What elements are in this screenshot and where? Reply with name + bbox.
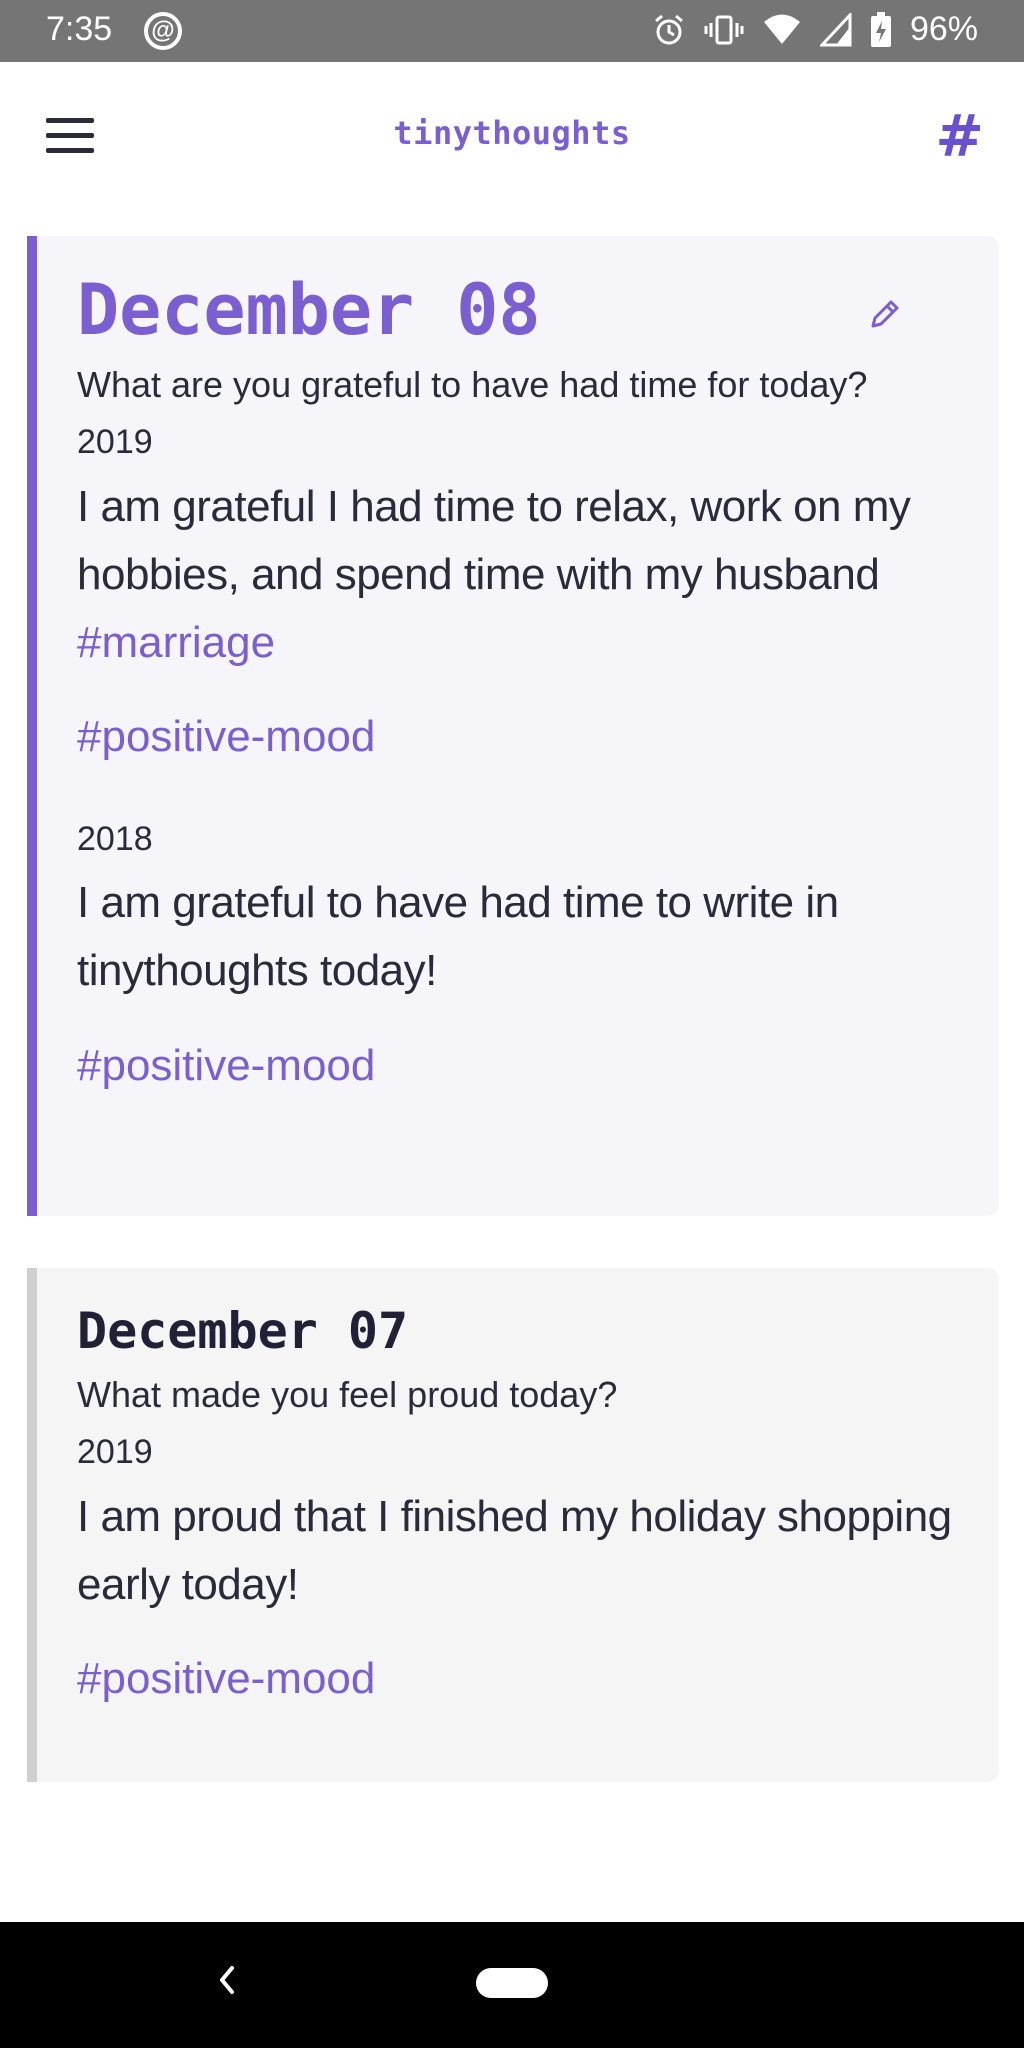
card-accent-bar [27, 1268, 37, 1782]
hashtag-link[interactable]: #positive-mood [77, 703, 959, 771]
pencil-icon[interactable] [867, 296, 903, 332]
battery-charging-icon [870, 11, 891, 47]
entry-text: I am grateful to have had time to write … [77, 878, 839, 996]
status-bar: 7:35 @ 96% [0, 0, 1024, 62]
back-icon[interactable] [212, 1960, 242, 2000]
card-prompt: What made you feel proud today? [77, 1374, 618, 1415]
hashtag-link[interactable]: #positive-mood [77, 1032, 959, 1100]
system-nav-bar [0, 1922, 1024, 2048]
app-bar: tinythoughts # [0, 62, 1024, 210]
hashtag-button[interactable]: # [935, 102, 984, 170]
entry-year: 2019 [77, 423, 153, 462]
journal-entry: 2019 I am grateful I had time to relax, … [77, 419, 959, 771]
journal-entry: 2018 I am grateful to have had time to w… [77, 816, 959, 1100]
entry-year: 2019 [77, 1433, 153, 1472]
journal-card[interactable]: December 07 What made you feel proud tod… [27, 1268, 999, 1782]
status-icons: 96% [652, 10, 978, 49]
entry-text: I am proud that I finished my holiday sh… [77, 1491, 952, 1609]
status-time: 7:35 [46, 10, 113, 48]
hashtag-link[interactable]: #marriage [77, 609, 959, 677]
entry-year: 2018 [77, 819, 153, 858]
entry-text: I am grateful I had time to relax, work … [77, 481, 911, 599]
card-accent-bar [27, 236, 37, 1216]
journal-card[interactable]: December 08 What are you grateful to hav… [27, 236, 999, 1216]
battery-percent: 96% [909, 10, 978, 48]
journal-entry: 2019 I am proud that I finished my holid… [77, 1429, 959, 1713]
card-date: December 08 [77, 269, 541, 351]
signal-icon [819, 12, 852, 46]
card-prompt: What are you grateful to have had time f… [77, 364, 868, 405]
alarm-icon [654, 14, 683, 44]
home-button[interactable] [476, 1968, 548, 1998]
wifi-icon [763, 14, 800, 44]
app-title: tinythoughts [393, 114, 631, 152]
at-sign-icon: @ [144, 12, 182, 50]
hashtag-link[interactable]: #positive-mood [77, 1645, 959, 1713]
vibrate-icon [704, 15, 744, 44]
card-date: December 07 [77, 1302, 409, 1360]
